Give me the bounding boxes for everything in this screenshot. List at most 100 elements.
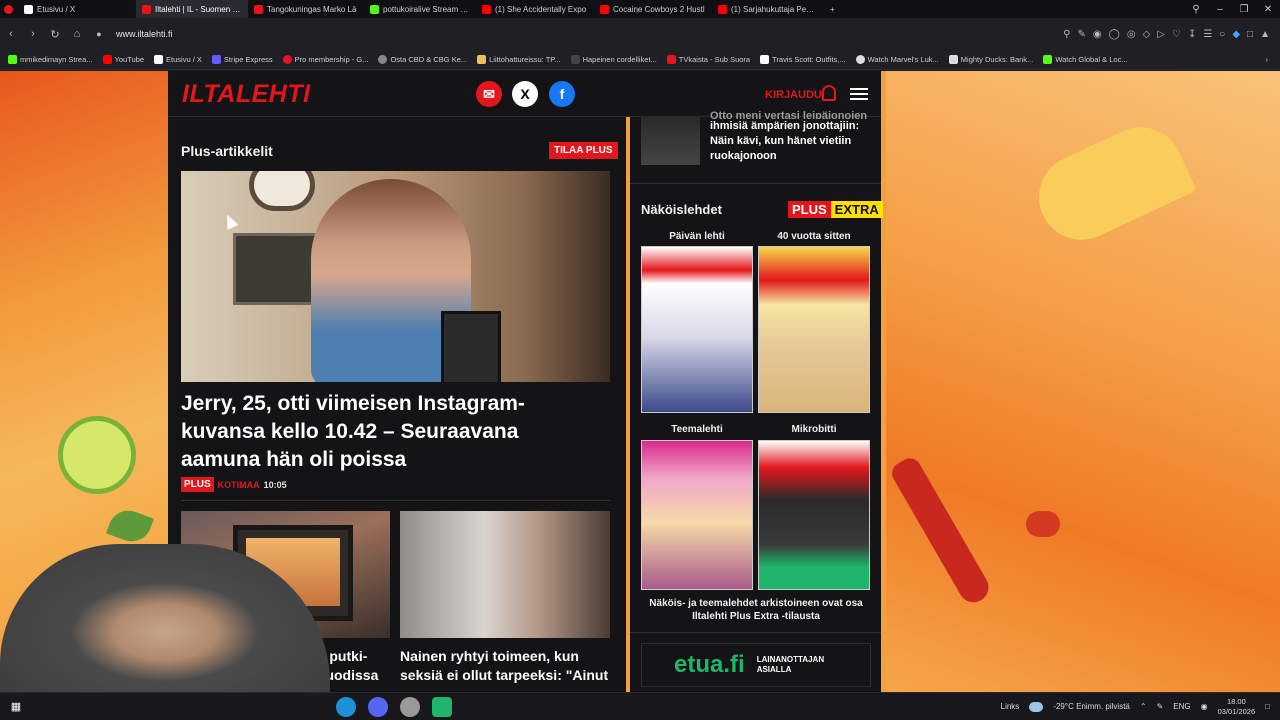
teemalehti-cover[interactable] (641, 440, 753, 590)
bookmark-item[interactable]: TVkaista - Sub Suora (666, 55, 750, 64)
tab-1[interactable]: Etusivu / X (18, 0, 136, 18)
folder-icon (477, 55, 487, 64)
globe-icon (378, 55, 388, 64)
facebook-share-icon[interactable]: f (549, 81, 575, 107)
wifi-icon[interactable]: ◉ (1201, 702, 1208, 711)
camera-icon[interactable]: ◉ (1093, 29, 1102, 40)
subscribe-plus-button[interactable]: TILAA PLUS (549, 142, 618, 159)
bookmark-item[interactable]: YouTube (102, 55, 144, 64)
lightning-icon (948, 55, 958, 64)
tab-6[interactable]: Cocaine Cowboys 2 Hustl (594, 0, 712, 18)
email-share-icon[interactable]: ✉ (476, 81, 502, 107)
notifications-icon[interactable]: □ (1265, 702, 1270, 711)
browser-menu-button[interactable] (0, 0, 18, 18)
tab-2[interactable]: Iltalehti | IL - Suomen suu (136, 0, 248, 18)
discord-icon[interactable] (368, 696, 388, 717)
main-article-image[interactable] (181, 171, 610, 382)
nakoislehdet-title: Näköislehdet (641, 202, 722, 217)
bookmark-item[interactable]: Osta CBD & CBG Ke... (378, 55, 467, 64)
bookmark-item[interactable]: Watch Global & Loc... (1043, 55, 1128, 64)
new-tab-button[interactable]: + (824, 0, 844, 18)
youtube-icon (102, 55, 112, 64)
bookmark-item[interactable]: mmikedimayn Strea... (8, 55, 93, 64)
tab-7[interactable]: (1) Sarjahukuttaja Pekka S (712, 0, 824, 18)
bookmark-item[interactable]: Hapeinen cordelliket... (570, 55, 657, 64)
play-icon[interactable]: ▷ (1157, 29, 1165, 40)
ai-assistant-icon[interactable]: ▲ (1260, 29, 1270, 40)
kick-icon (370, 4, 379, 14)
url-input[interactable]: www.iltalehti.fi (116, 29, 173, 39)
edge-icon[interactable] (336, 696, 356, 717)
back-button[interactable]: ‹ (0, 28, 22, 40)
card-2-headline[interactable]: Nainen ryhtyi toimeen, kun seksiä ei oll… (400, 647, 610, 685)
login-link[interactable]: KIRJAUDU (765, 89, 822, 101)
tab-4[interactable]: pottukoiralive Stream - W (364, 0, 476, 18)
etua-logo: etua.fi (674, 651, 745, 678)
window-controls: ⚲ – ❐ ✕ (1184, 4, 1280, 15)
divider (181, 500, 610, 501)
close-button[interactable]: ✕ (1256, 4, 1280, 15)
main-article-headline[interactable]: Jerry, 25, otti viimeisen Instagram-kuva… (181, 390, 601, 474)
kick-icon (1043, 55, 1053, 64)
tab-5[interactable]: (1) She Accidentally Expo (476, 0, 594, 18)
settings-icon[interactable] (400, 696, 420, 717)
hamburger-menu-icon[interactable] (850, 88, 868, 100)
shield-icon[interactable]: ◯ (1109, 29, 1120, 40)
bookmark-item[interactable]: Travis Scott: Outfits,... (760, 55, 846, 64)
extension-icon[interactable]: ◆ (1232, 29, 1240, 40)
bookmark-item[interactable]: Watch Marvel's Luk... (855, 55, 939, 64)
x-icon (24, 4, 33, 14)
youtube-icon (600, 4, 609, 14)
bookmark-item[interactable]: Pro membership - G... (282, 55, 368, 64)
download-icon[interactable]: ↧ (1188, 29, 1196, 40)
forward-button[interactable]: › (22, 28, 44, 40)
green-app-icon[interactable] (432, 696, 452, 717)
search-icon[interactable]: ⚲ (1063, 29, 1070, 40)
pen-icon[interactable]: ✎ (1157, 702, 1164, 711)
card-2-image[interactable] (400, 511, 610, 638)
40-vuotta-sitten-cover[interactable] (758, 246, 870, 413)
cube-icon[interactable]: □ (1247, 29, 1253, 40)
search-tabs-icon[interactable]: ⚲ (1184, 4, 1208, 15)
sidebar-article-headline[interactable]: Otto meni vertasi leipäjonojen ihmisiä ä… (710, 109, 875, 164)
mango-illustration (1025, 113, 1197, 254)
vpn-icon[interactable]: ◎ (1127, 29, 1136, 40)
mikrobitti-cover[interactable] (758, 440, 870, 590)
sidebar-article-thumb[interactable] (641, 117, 700, 165)
bookmark-item[interactable]: Etusivu / X (154, 55, 202, 64)
bookmark-item[interactable]: Liittohattureissu: TP... (477, 55, 561, 64)
home-icon[interactable]: ⌂ (66, 28, 88, 40)
edit-icon[interactable]: ✎ (1078, 29, 1086, 40)
page-content: ILTALEHTI ✉ X f KIRJAUDU Plus-artikkelit… (0, 71, 1280, 692)
site-logo[interactable]: ILTALEHTI (182, 80, 311, 109)
category-label[interactable]: KOTIMAA (218, 480, 260, 490)
restore-button[interactable]: ❐ (1232, 4, 1256, 15)
etua-ad[interactable]: etua.fi LAINANOTTAJAN ASIALLA (641, 643, 871, 687)
iltalehti-favicon-icon (254, 4, 263, 14)
menu-icon[interactable]: ☰ (1203, 29, 1212, 40)
paivan-lehti-cover[interactable] (641, 246, 753, 413)
w-icon (760, 55, 770, 64)
chevron-up-icon[interactable]: ⌃ (1140, 702, 1147, 711)
tab-3[interactable]: Tangokuningas Marko Lä (248, 0, 364, 18)
x-share-icon[interactable]: X (512, 81, 538, 107)
tab-strip: Etusivu / X Iltalehti | IL - Suomen suu … (0, 0, 1280, 18)
more-bookmarks-icon[interactable]: › (1266, 55, 1280, 64)
bookmark-item[interactable]: Mighty Ducks: Bank... (948, 55, 1033, 64)
address-bar: ‹ › ↻ ⌂ ● www.iltalehti.fi ⚲ ✎ ◉ ◯ ◎ ◇ ▷… (0, 18, 1280, 50)
weather-text[interactable]: -29°C Enimm. pilvistä (1053, 702, 1130, 711)
links-label[interactable]: Links (1001, 702, 1020, 711)
profile-icon[interactable]: ○ (1219, 29, 1225, 40)
lang-label[interactable]: ENG (1173, 702, 1190, 711)
tab-title: pottukoiralive Stream - W (383, 4, 470, 14)
clock[interactable]: 18.00 03/01/2026 (1218, 697, 1256, 717)
bookmark-item[interactable]: Stripe Express (211, 55, 273, 64)
windows-start-icon[interactable]: ▦ (6, 697, 26, 717)
reload-button[interactable]: ↻ (44, 28, 66, 41)
ai-icon[interactable]: ◇ (1143, 29, 1151, 40)
minimize-button[interactable]: – (1208, 4, 1232, 15)
gear-icon (855, 55, 865, 64)
heart-icon[interactable]: ♡ (1172, 29, 1181, 40)
lock-icon: ● (96, 29, 102, 39)
user-icon[interactable] (822, 85, 836, 101)
